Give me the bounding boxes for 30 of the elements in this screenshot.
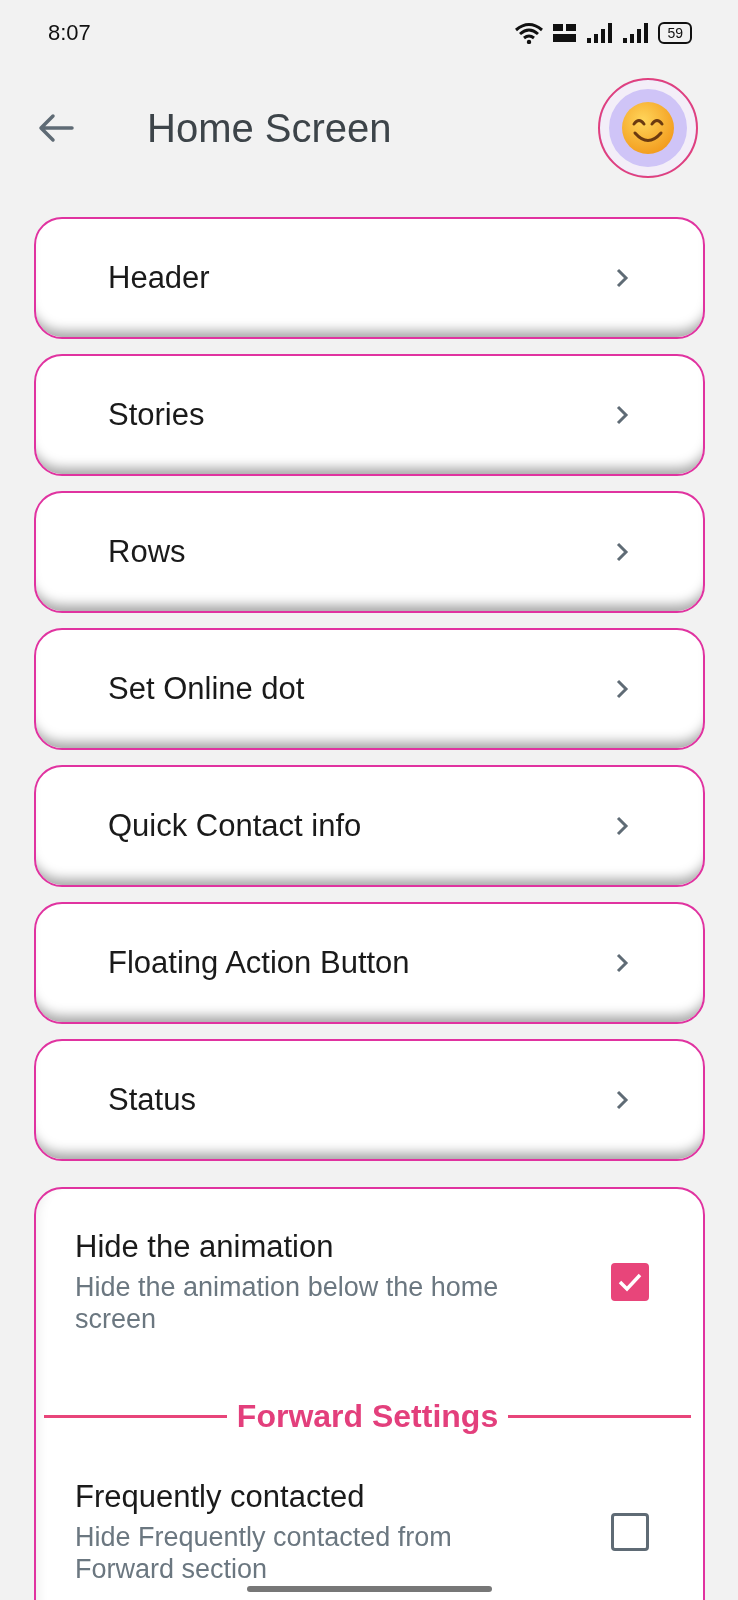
chevron-icon: [615, 541, 629, 563]
setting-description: Hide Frequently contacted from Forward section: [75, 1520, 453, 1586]
battery-indicator: 59: [658, 22, 692, 44]
chevron-icon: [615, 404, 629, 426]
chevron-icon: [615, 1089, 629, 1111]
wifi-icon: [514, 22, 545, 44]
menu-item[interactable]: Set Online dot: [34, 628, 705, 750]
menu-item[interactable]: Rows: [34, 491, 705, 613]
section-heading: Forward Settings: [236, 1397, 499, 1435]
chevron-icon: [615, 678, 629, 700]
setting-description: Hide the animation below the home screen: [75, 1271, 500, 1336]
back-button[interactable]: [38, 113, 74, 143]
status-time: 8:07: [48, 20, 91, 46]
chevron-icon: [615, 267, 629, 289]
menu-item[interactable]: Stories: [34, 354, 705, 476]
checkbox[interactable]: [611, 1513, 649, 1552]
menu-item[interactable]: Floating Action Button: [34, 902, 705, 1024]
setting-title: Frequently contacted: [75, 1478, 366, 1515]
setting-title: Hide the animation: [75, 1229, 335, 1265]
menu-item[interactable]: Header: [34, 217, 705, 339]
signal-icon: [622, 22, 651, 44]
check-icon: [617, 1271, 643, 1294]
chevron-icon: [615, 952, 629, 974]
menu-item[interactable]: Quick Contact info: [34, 765, 705, 887]
chevron-icon: [615, 815, 629, 837]
signal-icon: [586, 22, 615, 44]
smiley-icon: [620, 100, 676, 156]
checkbox[interactable]: [611, 1263, 649, 1302]
menu-item[interactable]: Status: [34, 1039, 705, 1161]
screen-title: Home Screen: [147, 105, 393, 151]
